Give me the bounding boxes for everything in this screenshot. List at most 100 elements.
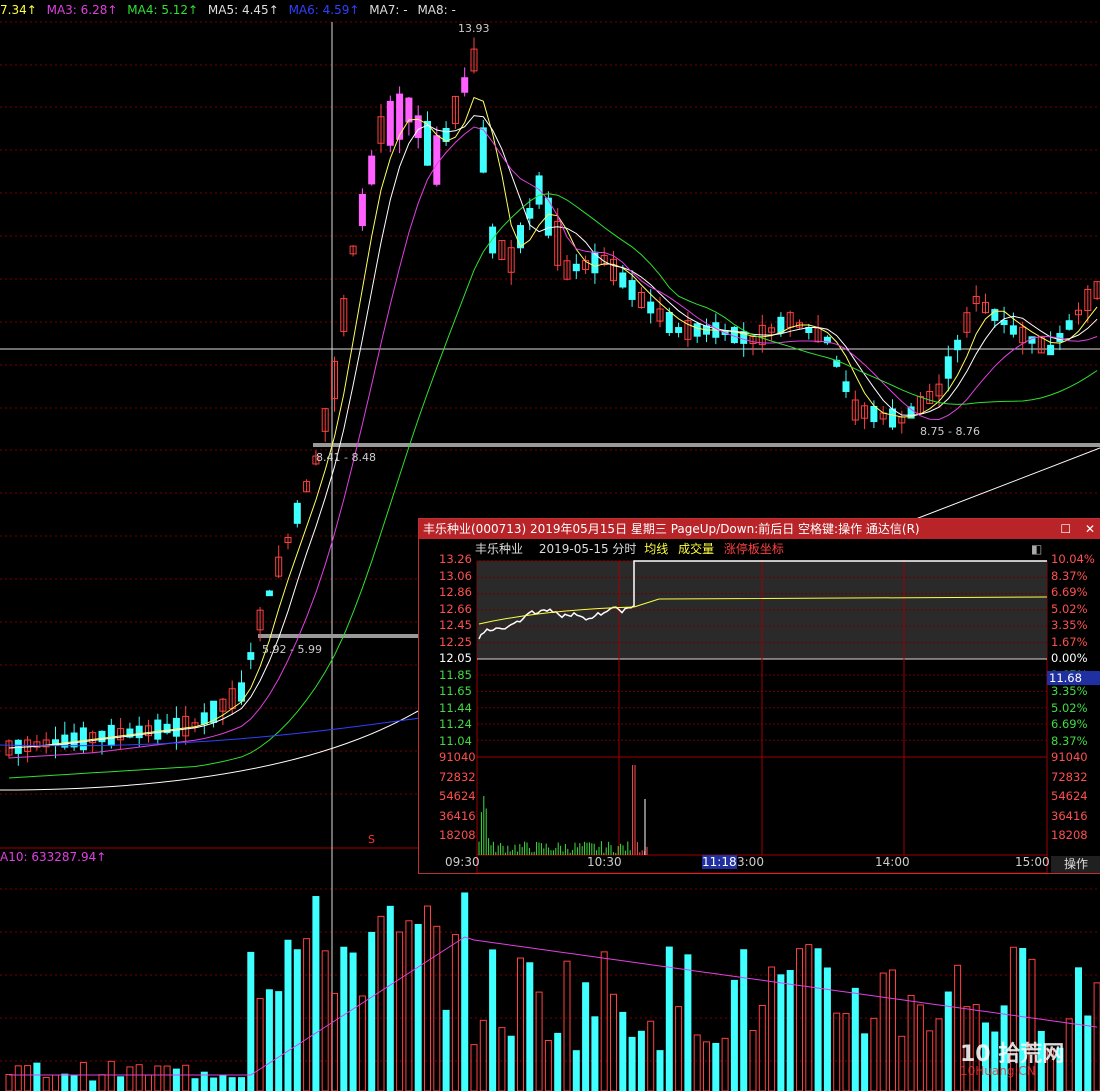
candle-body	[944, 356, 952, 379]
volume-bar	[265, 989, 273, 1091]
time-label: 14:00	[875, 855, 910, 869]
volume-bar	[637, 1030, 645, 1091]
volume-bar	[610, 993, 617, 1091]
volume-bar	[554, 1032, 562, 1091]
volume-bar	[842, 1013, 850, 1091]
volume-bar	[572, 1050, 580, 1091]
pct-tick: 1.67%	[1051, 634, 1088, 649]
volume-bar	[247, 951, 255, 1091]
volume-bar	[563, 960, 571, 1091]
candle-body	[479, 127, 487, 173]
volume-bar	[145, 1074, 152, 1091]
candle-body	[1009, 325, 1017, 335]
pct-tick: 0.00%	[1051, 651, 1088, 665]
volume-bar	[52, 1074, 59, 1091]
volume-bar	[126, 1066, 134, 1091]
sell-marker: S	[368, 833, 375, 846]
candle-body	[368, 155, 376, 185]
volume-bar	[712, 1042, 720, 1091]
stock-chart-stage: 7.34↑ MA3: 6.28↑ MA4: 5.12↑ MA5: 4.45↑ M…	[0, 0, 1100, 1091]
candle-body	[154, 719, 162, 740]
pct-tick: 8.37%	[1051, 568, 1088, 583]
time-label: 15:00	[1015, 855, 1050, 869]
volume-bar	[619, 1011, 627, 1091]
volume-bar	[582, 982, 590, 1091]
volume-bar	[117, 1076, 125, 1091]
candle-body	[461, 77, 469, 93]
volume-tick: 18208	[1051, 828, 1088, 842]
legend-ma8: MA8: -	[417, 3, 456, 17]
price-tick: 13.06	[439, 568, 472, 583]
candle-body	[526, 207, 534, 219]
volume-bar	[79, 1062, 87, 1091]
price-tick: 11.44	[439, 700, 472, 715]
legend-price: 7.34↑	[0, 3, 37, 17]
candle-body	[200, 712, 208, 725]
volume-bar	[498, 1027, 506, 1091]
volume-bar	[70, 1075, 78, 1091]
volume-bar	[675, 1006, 683, 1091]
close-icon[interactable]: ✕	[1085, 519, 1095, 539]
price-tick: 12.66	[439, 601, 472, 616]
volume-tick: 91040	[439, 750, 476, 764]
volume-bar	[721, 1037, 729, 1091]
price-tick: 12.45	[439, 618, 472, 632]
volume-tick: 36416	[439, 808, 476, 823]
volume-bar	[89, 1080, 97, 1091]
volume-bar	[210, 1077, 218, 1091]
maximize-icon[interactable]: ☐	[1060, 519, 1071, 539]
volume-bar	[321, 950, 329, 1091]
candle-body	[433, 135, 441, 185]
volume-bar	[312, 896, 320, 1091]
legend-ma3: MA3: 6.28↑	[46, 3, 118, 17]
popup-titlebar[interactable]: 丰乐种业(000713) 2019年05月15日 星期三 PageUp/Down…	[419, 519, 1100, 539]
volume-tick: 72832	[1051, 769, 1088, 784]
current-price-tag: 11.68	[1047, 671, 1100, 685]
candle-body	[889, 408, 896, 428]
volume-bar	[256, 997, 264, 1091]
operate-button[interactable]: 操作	[1051, 856, 1100, 873]
volume-bar	[656, 1050, 664, 1091]
volume-bar	[935, 1018, 943, 1091]
price-tick: 12.86	[439, 585, 472, 599]
candle-body	[675, 327, 683, 333]
intraday-popup[interactable]: 丰乐种业(000713) 2019年05月15日 星期三 PageUp/Down…	[418, 518, 1100, 874]
volume-bar	[740, 949, 748, 1091]
volume-bar	[442, 1009, 450, 1091]
volume-bar	[889, 969, 896, 1091]
volume-bar	[730, 979, 738, 1091]
time-label: 09:30	[445, 855, 480, 869]
candle-body	[265, 590, 273, 597]
volume-bar	[303, 938, 311, 1091]
volume-bar	[405, 920, 413, 1091]
volume-bar	[349, 952, 357, 1091]
volume-bar	[786, 970, 794, 1091]
time-label: 3:00	[737, 855, 764, 869]
candle-body	[693, 323, 701, 337]
volume-bar	[628, 1036, 636, 1091]
volume-bar	[414, 923, 422, 1091]
volume-tick: 36416	[1051, 808, 1088, 823]
volume-bar	[814, 948, 822, 1091]
volume-bar	[470, 1044, 478, 1091]
volume-tick: 54624	[439, 789, 476, 803]
volume-bar	[647, 1020, 655, 1091]
candle-body	[107, 724, 115, 746]
volume-legend: A10: 633287.94↑	[0, 850, 107, 864]
range-label-3: 5.92 - 5.99	[262, 643, 322, 656]
price-tick: 12.05	[439, 651, 472, 665]
volume-bar	[182, 1064, 190, 1091]
volume-bar	[42, 1076, 50, 1091]
volume-bar	[424, 905, 431, 1091]
volume-bar	[1065, 1018, 1073, 1091]
candle-body	[247, 652, 255, 660]
volume-bar	[219, 1075, 227, 1091]
pct-tick: 5.02%	[1051, 601, 1088, 616]
candle-body	[424, 120, 431, 166]
watermark-logo: 10 拾荒网 10Huang.CN	[960, 1042, 1065, 1078]
candle-body	[172, 717, 180, 737]
volume-bar	[275, 991, 283, 1091]
volume-bar	[870, 1017, 878, 1091]
volume-bar	[535, 991, 543, 1091]
candle-body	[628, 280, 636, 300]
